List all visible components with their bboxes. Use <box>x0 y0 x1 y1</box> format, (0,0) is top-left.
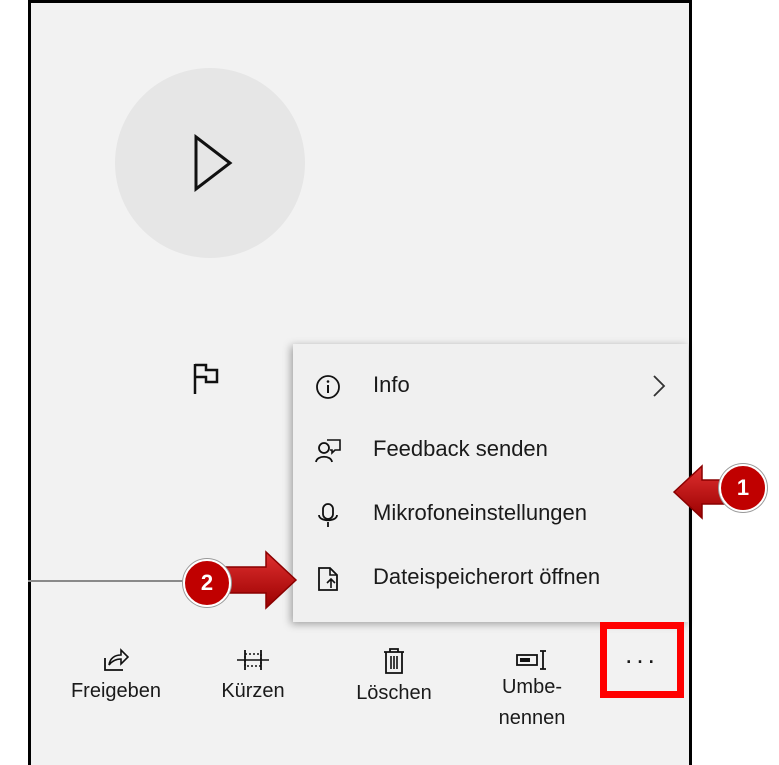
more-dots-icon: ... <box>625 639 659 669</box>
share-label: Freigeben <box>70 680 162 702</box>
menu-item-label: Info <box>373 372 410 397</box>
share-icon <box>104 648 129 671</box>
trash-icon <box>384 648 404 674</box>
info-icon <box>316 375 340 399</box>
trim-icon <box>237 650 269 670</box>
menu-item-feedback[interactable]: Feedback senden <box>293 416 688 480</box>
feedback-icon <box>315 439 341 463</box>
menu-item-label: Mikrofoneinstellungen <box>373 500 588 525</box>
delete-button[interactable]: Löschen <box>344 648 444 705</box>
menu-item-open-file-location[interactable]: Dateispeicherort öffnen <box>293 544 688 608</box>
trim-label: Kürzen <box>221 680 285 702</box>
rename-label-line-1: Umbe- <box>501 676 562 698</box>
annotation-badge-1: 1 <box>719 464 767 512</box>
menu-item-info[interactable]: Info <box>293 352 688 416</box>
chevron-right-icon <box>653 375 666 397</box>
menu-item-label: Dateispeicherort öffnen <box>373 564 601 589</box>
more-options-menu: Info Feedback senden Mikrofoneinstellung… <box>293 344 688 622</box>
rename-icon <box>516 650 546 670</box>
more-options-button[interactable]: ... <box>600 622 684 698</box>
rename-button[interactable]: Umbe- nennen <box>482 648 582 734</box>
microphone-icon <box>318 503 338 527</box>
menu-item-microphone-settings[interactable]: Mikrofoneinstellungen <box>293 480 688 544</box>
rename-label-line-2: nennen <box>498 707 566 729</box>
annotation-badge-2: 2 <box>183 559 231 607</box>
menu-item-label: Feedback senden <box>373 436 548 461</box>
play-icon <box>194 134 233 192</box>
play-button[interactable] <box>115 68 305 258</box>
delete-label: Löschen <box>356 682 432 704</box>
trim-button[interactable]: Kürzen <box>210 648 296 703</box>
annotation-arrow-2 <box>223 550 298 610</box>
share-button[interactable]: Freigeben <box>62 648 170 703</box>
flag-marker-icon[interactable] <box>192 362 222 396</box>
open-file-location-icon <box>318 567 338 591</box>
